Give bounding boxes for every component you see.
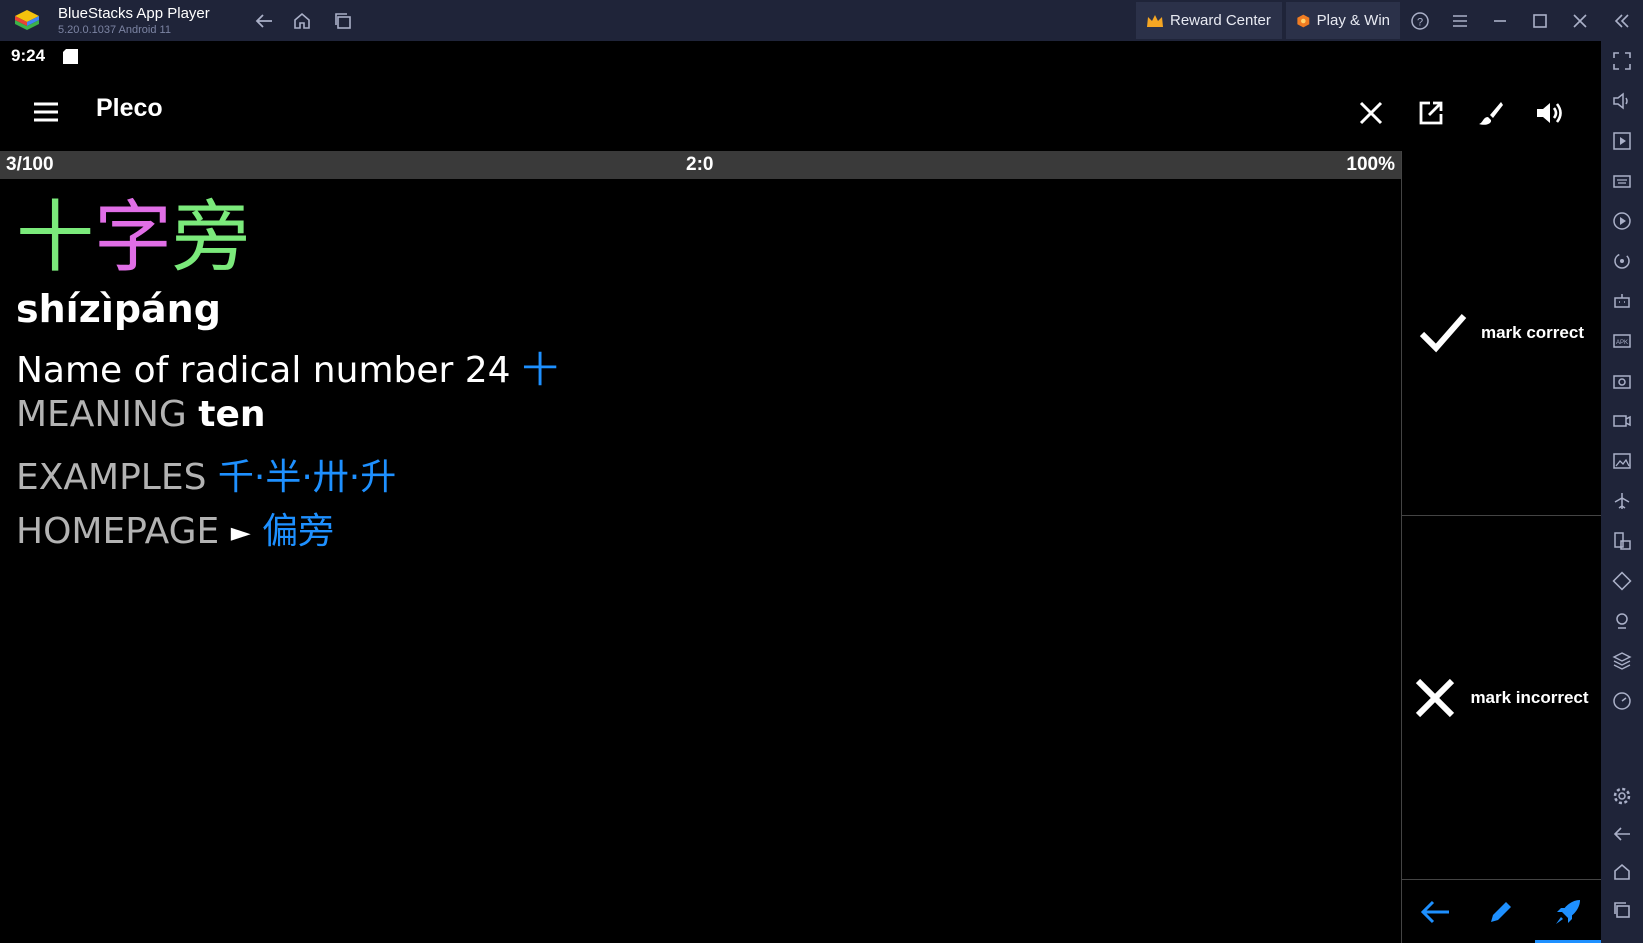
eco-mode-icon[interactable] bbox=[1612, 571, 1632, 591]
bluestacks-side-toolbar: APK bbox=[1601, 41, 1643, 943]
reward-center-button[interactable]: Reward Center bbox=[1136, 2, 1282, 39]
cross-icon bbox=[1416, 678, 1455, 717]
play-win-button[interactable]: Play & Win bbox=[1286, 2, 1400, 39]
meaning-value: ten bbox=[198, 394, 266, 435]
back-icon[interactable] bbox=[252, 9, 276, 33]
settings-gear-icon[interactable] bbox=[1612, 786, 1632, 806]
app-bar: Pleco bbox=[0, 73, 1601, 151]
bluestacks-logo-icon bbox=[15, 10, 39, 30]
sync-icon[interactable] bbox=[1612, 251, 1632, 271]
app-title: Pleco bbox=[96, 94, 163, 122]
headword-char-2: 字 bbox=[94, 193, 173, 283]
crown-icon bbox=[1147, 14, 1163, 27]
headword-char-3: 旁 bbox=[172, 193, 251, 283]
panel-bottom-bar bbox=[1402, 879, 1602, 943]
screen-record-icon[interactable] bbox=[1612, 411, 1632, 431]
close-icon[interactable] bbox=[1351, 93, 1391, 133]
keyboard-icon[interactable] bbox=[1612, 171, 1632, 191]
edit-card-button[interactable] bbox=[1468, 880, 1534, 943]
mark-incorrect-button[interactable]: mark incorrect bbox=[1402, 515, 1601, 879]
location-icon[interactable] bbox=[1612, 611, 1632, 631]
performance-icon[interactable] bbox=[1612, 691, 1632, 711]
reward-center-label: Reward Center bbox=[1170, 12, 1271, 29]
meaning-line: MEANING ten bbox=[16, 394, 266, 435]
status-bar: 9:24 bbox=[0, 41, 1601, 73]
rocket-icon bbox=[1555, 899, 1580, 924]
minimize-icon[interactable] bbox=[1488, 9, 1512, 33]
headword: 十字旁 bbox=[16, 193, 250, 283]
android-recents-icon[interactable] bbox=[1612, 900, 1632, 920]
flashcard-progress-bar: 3/100 2:0 100% bbox=[0, 151, 1401, 179]
android-screen: 9:24 Pleco 3/100 2:0 100% 十字旁 shízìpáng … bbox=[0, 41, 1602, 943]
bluestacks-titlebar: BlueStacks App Player 5.20.0.1037 Androi… bbox=[0, 0, 1643, 41]
multi-instance-icon[interactable] bbox=[1612, 531, 1632, 551]
status-time: 9:24 bbox=[11, 46, 46, 65]
homepage-label: HOMEPAGE bbox=[16, 511, 220, 552]
play-win-icon bbox=[1297, 14, 1310, 27]
macro-recorder-icon[interactable] bbox=[1612, 211, 1632, 231]
apk-install-icon[interactable]: APK bbox=[1612, 331, 1632, 351]
recent-apps-icon[interactable] bbox=[331, 9, 355, 33]
mark-incorrect-label: mark incorrect bbox=[1470, 687, 1589, 707]
definition-line: Name of radical number 24 十 bbox=[16, 341, 558, 393]
fullscreen-icon[interactable] bbox=[1612, 51, 1632, 71]
brush-icon[interactable] bbox=[1471, 93, 1511, 133]
open-external-icon[interactable] bbox=[1411, 93, 1451, 133]
media-manager-icon[interactable] bbox=[1612, 451, 1632, 471]
layers-icon[interactable] bbox=[1612, 651, 1632, 671]
previous-card-button[interactable] bbox=[1402, 880, 1468, 943]
collapse-sidebar-icon[interactable] bbox=[1610, 9, 1634, 33]
rocket-button[interactable] bbox=[1534, 880, 1602, 943]
maximize-icon[interactable] bbox=[1528, 9, 1552, 33]
mark-correct-label: mark correct bbox=[1480, 323, 1584, 342]
meaning-label: MEANING bbox=[16, 394, 187, 435]
homepage-link[interactable]: 偏旁 bbox=[262, 511, 334, 552]
menu-icon[interactable] bbox=[1448, 9, 1472, 33]
definition-text: Name of radical number 24 bbox=[16, 350, 511, 391]
app-player-title: BlueStacks App Player bbox=[58, 5, 210, 22]
examples-line: EXAMPLES 千·半·卅·升 bbox=[16, 448, 396, 500]
definition-char-link[interactable]: 十 bbox=[522, 350, 558, 391]
screenshot-icon[interactable] bbox=[1612, 371, 1632, 391]
close-window-icon[interactable] bbox=[1568, 9, 1592, 33]
svg-text:?: ? bbox=[1417, 17, 1423, 29]
homepage-line: HOMEPAGE ► 偏旁 bbox=[16, 502, 334, 554]
android-home-icon[interactable] bbox=[1612, 862, 1632, 882]
home-icon[interactable] bbox=[290, 9, 314, 33]
robot-icon[interactable] bbox=[1612, 291, 1632, 311]
card-counter: 3/100 bbox=[6, 154, 54, 175]
arrow-left-icon bbox=[1421, 900, 1450, 923]
pinyin: shízìpáng bbox=[16, 287, 221, 331]
android-back-icon[interactable] bbox=[1612, 824, 1632, 844]
examples-label: EXAMPLES bbox=[16, 457, 207, 498]
app-player-version: 5.20.0.1037 Android 11 bbox=[58, 24, 171, 36]
flashcard[interactable]: 十字旁 shízìpáng Name of radical number 24 … bbox=[0, 179, 1401, 943]
help-icon[interactable]: ? bbox=[1408, 9, 1432, 33]
hamburger-menu-icon[interactable] bbox=[30, 97, 62, 127]
score: 2:0 bbox=[686, 154, 714, 175]
mark-correct-button[interactable]: mark correct bbox=[1402, 151, 1601, 515]
speaker-icon[interactable] bbox=[1531, 93, 1571, 133]
scoring-panel: mark correct mark incorrect bbox=[1401, 151, 1602, 943]
homepage-arrow: ► bbox=[230, 518, 251, 548]
checkmark-icon bbox=[1419, 314, 1467, 353]
pencil-icon bbox=[1491, 901, 1512, 922]
examples-links[interactable]: 千·半·卅·升 bbox=[218, 457, 396, 498]
sd-card-icon bbox=[63, 49, 78, 64]
headword-char-1: 十 bbox=[16, 193, 95, 283]
airplane-mode-icon[interactable] bbox=[1612, 491, 1632, 511]
progress-percent: 100% bbox=[1346, 154, 1395, 175]
volume-icon[interactable] bbox=[1612, 91, 1632, 111]
media-player-icon[interactable] bbox=[1612, 131, 1632, 151]
play-win-label: Play & Win bbox=[1316, 12, 1390, 29]
svg-text:APK: APK bbox=[1616, 340, 1628, 346]
